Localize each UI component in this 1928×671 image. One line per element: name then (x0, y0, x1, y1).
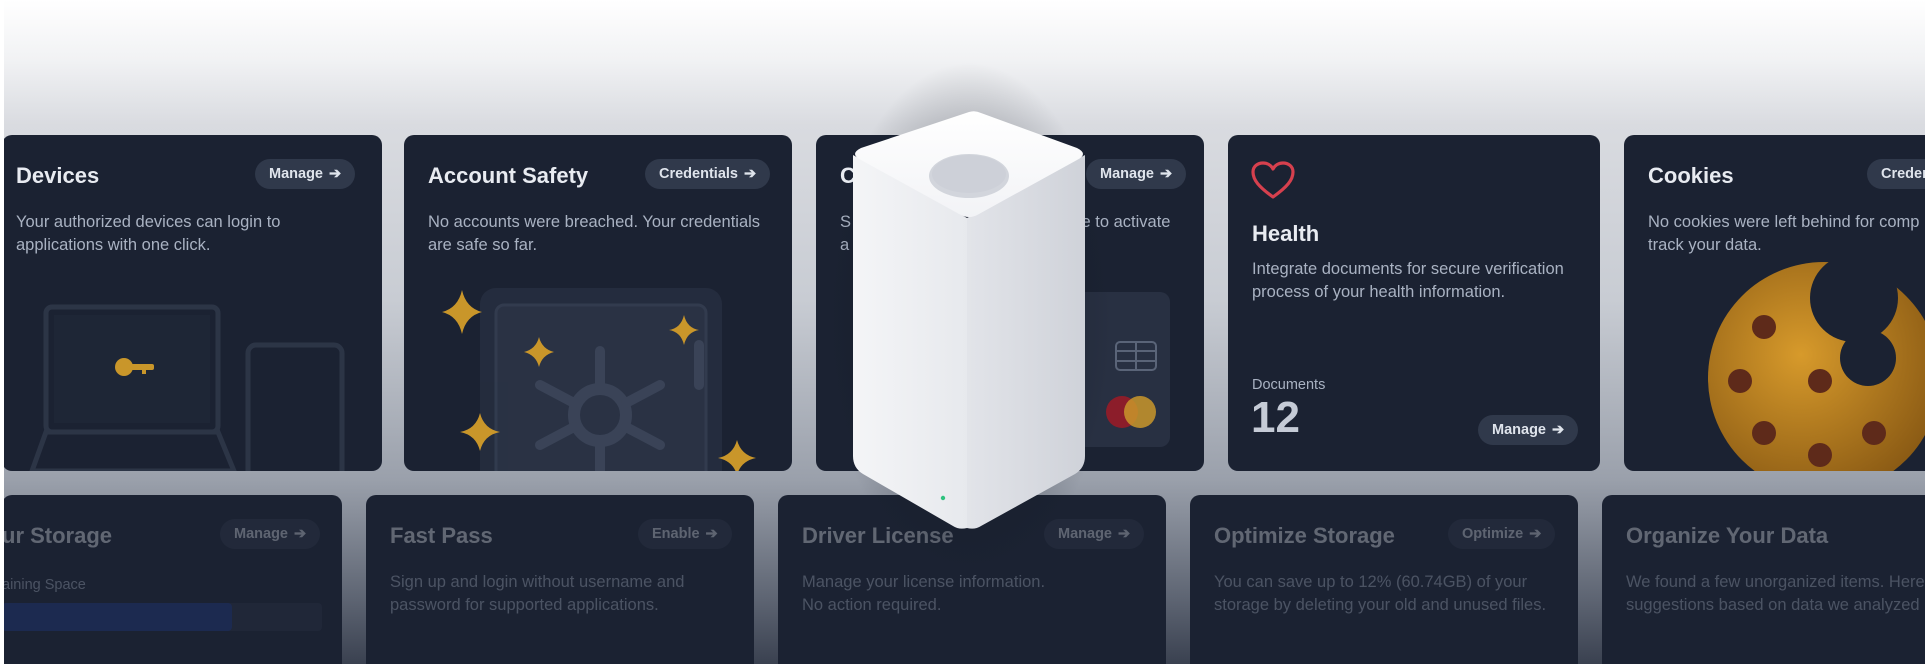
organize-data-card: Organize Your Data We found a few unorga… (1602, 495, 1925, 664)
remaining-space-label: aining Space (4, 577, 86, 593)
laptop-icon (29, 304, 237, 471)
documents-label: Documents (1252, 377, 1326, 393)
storage-card: ur Storage Manage ➔ aining Space (4, 495, 342, 664)
health-card: Health Integrate documents for secure ve… (1228, 135, 1600, 471)
safe-icon (480, 288, 722, 471)
storage-manage-label: Manage (234, 526, 288, 542)
enable-button[interactable]: Enable ➔ (638, 519, 732, 549)
documents-count: 12 (1251, 393, 1300, 442)
tablet-icon (245, 342, 345, 471)
optimize-storage-title: Optimize Storage (1214, 523, 1395, 548)
driver-license-description: Manage your license information. No acti… (802, 573, 1046, 614)
cookies-card: Cookies Creden No cookies were left behi… (1624, 135, 1925, 471)
optimize-storage-description: You can save up to 12% (60.74GB) of your… (1214, 573, 1547, 614)
health-manage-label: Manage (1492, 422, 1546, 438)
mastercard-icon (1106, 396, 1156, 428)
storage-title: ur Storage (4, 523, 113, 548)
storage-bar-fill (4, 603, 233, 631)
fast-pass-description: Sign up and login without username and p… (390, 573, 685, 614)
enable-label: Enable (652, 526, 700, 542)
status-led (940, 495, 946, 501)
storage-bar-track (4, 603, 322, 631)
heart-icon (1251, 161, 1295, 199)
health-title: Health (1252, 221, 1320, 246)
health-description: Integrate documents for secure verificat… (1252, 260, 1564, 301)
fast-pass-title: Fast Pass (390, 523, 493, 548)
optimize-label: Optimize (1462, 526, 1524, 542)
stage: Devices Manage ➔ Your authorized devices … (4, 0, 1925, 664)
optimize-button[interactable]: Optimize ➔ (1448, 519, 1556, 549)
devices-illustration (29, 304, 345, 471)
optimize-storage-card: Optimize Storage Optimize ➔ You can save … (1190, 495, 1578, 664)
fast-pass-card: Fast Pass Enable ➔ Sign up and login with… (366, 495, 754, 664)
white-router-device (849, 110, 1089, 530)
account-safety-card: Account Safety Credentials ➔ No accounts … (404, 135, 792, 471)
organize-data-title: Organize Your Data (1626, 523, 1829, 548)
arrow-right-icon: ➔ (1118, 526, 1131, 542)
arrow-right-icon: ➔ (1529, 526, 1542, 542)
arrow-right-icon: ➔ (1552, 422, 1565, 438)
devices-card: Devices Manage ➔ Your authorized devices … (4, 135, 382, 471)
arrow-right-icon: ➔ (294, 526, 307, 542)
router-icon (853, 111, 1085, 529)
storage-manage-button[interactable]: Manage ➔ (220, 519, 321, 549)
organize-data-description: We found a few unorganized items. Here s… (1626, 573, 1925, 614)
health-manage-button[interactable]: Manage ➔ (1478, 415, 1579, 445)
safe-illustration (442, 288, 756, 471)
cookie-icon (1708, 262, 1925, 471)
arrow-right-icon: ➔ (705, 526, 718, 542)
